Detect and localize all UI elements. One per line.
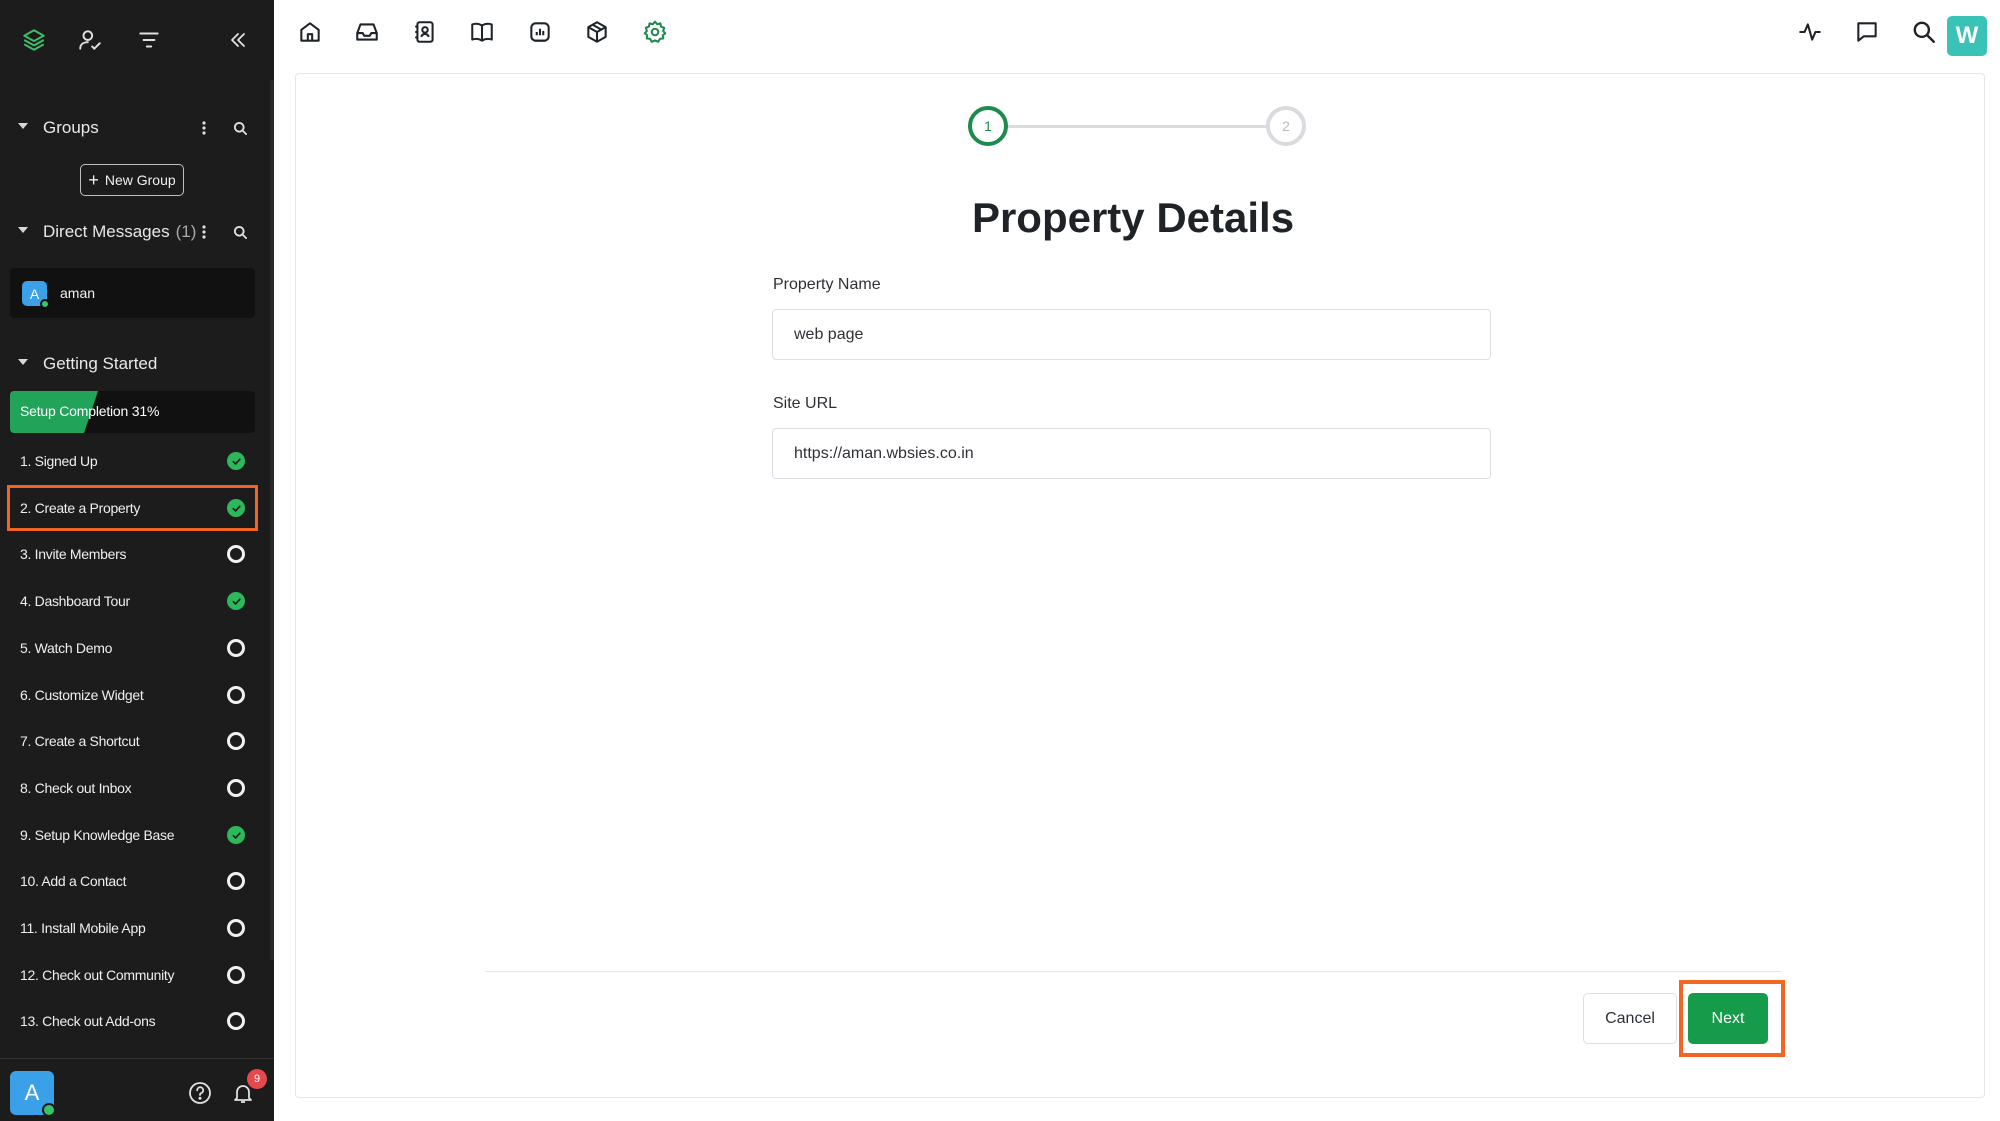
task-item[interactable]: 13. Check out Add-ons bbox=[10, 1001, 255, 1041]
cancel-button[interactable]: Cancel bbox=[1583, 993, 1677, 1044]
task-label: 5. Watch Demo bbox=[20, 640, 113, 656]
empty-circle-icon bbox=[227, 779, 245, 797]
user-check-icon[interactable] bbox=[72, 22, 108, 58]
online-status-indicator bbox=[42, 1103, 56, 1117]
site-url-label: Site URL bbox=[773, 395, 838, 412]
setup-completion-label: Setup Completion 31% bbox=[20, 403, 160, 419]
contacts-icon[interactable] bbox=[410, 17, 440, 47]
avatar: A bbox=[22, 281, 50, 309]
getting-started-section-header[interactable]: Getting Started bbox=[0, 346, 274, 382]
setup-completion-progress: Setup Completion 31% bbox=[10, 391, 255, 433]
empty-circle-icon bbox=[227, 966, 245, 984]
task-item[interactable]: 4. Dashboard Tour bbox=[10, 581, 255, 621]
getting-started-title: Getting Started bbox=[43, 354, 158, 373]
activity-icon[interactable] bbox=[1795, 17, 1825, 47]
site-url-input[interactable]: https://aman.wbsies.co.in bbox=[772, 428, 1491, 479]
check-circle-icon bbox=[227, 826, 245, 844]
groups-search-icon[interactable] bbox=[230, 118, 250, 138]
task-label: 1. Signed Up bbox=[20, 453, 98, 469]
sidebar-toolbar bbox=[0, 22, 274, 58]
plus-icon: + bbox=[88, 170, 99, 190]
knowledge-base-icon[interactable] bbox=[467, 17, 497, 47]
wizard-stepper: 1 2 bbox=[968, 106, 1308, 146]
groups-more-icon[interactable] bbox=[194, 118, 214, 138]
chevron-down-icon bbox=[18, 359, 28, 365]
chat-icon[interactable] bbox=[1852, 17, 1882, 47]
filter-icon[interactable] bbox=[131, 22, 167, 58]
empty-circle-icon bbox=[227, 919, 245, 937]
direct-message-item[interactable]: A aman bbox=[10, 268, 255, 318]
empty-circle-icon bbox=[227, 872, 245, 890]
empty-circle-icon bbox=[227, 545, 245, 563]
task-item[interactable]: 1. Signed Up bbox=[10, 441, 255, 481]
task-label: 2. Create a Property bbox=[20, 500, 141, 516]
check-circle-icon bbox=[227, 452, 245, 470]
inbox-icon[interactable] bbox=[352, 17, 382, 47]
workspace-avatar[interactable]: W bbox=[1947, 16, 1987, 56]
task-label: 4. Dashboard Tour bbox=[20, 593, 130, 609]
task-label: 10. Add a Contact bbox=[20, 873, 127, 889]
task-label: 11. Install Mobile App bbox=[20, 920, 146, 936]
task-item[interactable]: 8. Check out Inbox bbox=[10, 768, 255, 808]
task-item[interactable]: 3. Invite Members bbox=[10, 534, 255, 574]
help-icon[interactable] bbox=[188, 1081, 212, 1105]
task-label: 6. Customize Widget bbox=[20, 687, 144, 703]
footer-divider bbox=[485, 971, 1781, 972]
task-item[interactable]: 2. Create a Property bbox=[7, 485, 258, 531]
task-label: 9. Setup Knowledge Base bbox=[20, 827, 175, 843]
groups-title: Groups bbox=[43, 118, 99, 137]
settings-icon[interactable] bbox=[640, 17, 670, 47]
task-item[interactable]: 10. Add a Contact bbox=[10, 861, 255, 901]
search-icon[interactable] bbox=[1909, 17, 1939, 47]
direct-message-name: aman bbox=[60, 285, 96, 301]
online-status-indicator bbox=[40, 299, 50, 309]
task-item[interactable]: 12. Check out Community bbox=[10, 955, 255, 995]
check-circle-icon bbox=[227, 499, 245, 517]
task-label: 7. Create a Shortcut bbox=[20, 733, 140, 749]
chevron-down-icon bbox=[18, 123, 28, 129]
step-1-indicator: 1 bbox=[968, 106, 1008, 146]
addons-icon[interactable] bbox=[582, 17, 612, 47]
check-circle-icon bbox=[227, 592, 245, 610]
new-group-button[interactable]: + New Group bbox=[80, 164, 184, 196]
task-label: 3. Invite Members bbox=[20, 546, 127, 562]
task-label: 12. Check out Community bbox=[20, 967, 175, 983]
sidebar: Groups + New Group Direct Messages (1) A … bbox=[0, 0, 274, 1121]
stepper-connector bbox=[1008, 125, 1266, 128]
task-label: 8. Check out Inbox bbox=[20, 780, 132, 796]
step-2-indicator: 2 bbox=[1266, 106, 1306, 146]
property-name-input[interactable]: web page bbox=[772, 309, 1491, 360]
task-item[interactable]: 9. Setup Knowledge Base bbox=[10, 815, 255, 855]
task-item[interactable]: 7. Create a Shortcut bbox=[10, 721, 255, 761]
property-name-label: Property Name bbox=[773, 276, 881, 293]
empty-circle-icon bbox=[227, 639, 245, 657]
next-button[interactable]: Next bbox=[1688, 993, 1768, 1044]
task-item[interactable]: 6. Customize Widget bbox=[10, 675, 255, 715]
empty-circle-icon bbox=[227, 1012, 245, 1030]
empty-circle-icon bbox=[227, 732, 245, 750]
home-icon[interactable] bbox=[295, 17, 325, 47]
task-item[interactable]: 11. Install Mobile App bbox=[10, 908, 255, 948]
user-avatar[interactable]: A bbox=[10, 1071, 56, 1117]
notification-count-badge: 9 bbox=[247, 1069, 267, 1089]
new-group-label: New Group bbox=[104, 172, 176, 188]
sidebar-footer: A 9 bbox=[0, 1058, 274, 1121]
task-item[interactable]: 5. Watch Demo bbox=[10, 628, 255, 668]
top-navigation-bar: W bbox=[274, 0, 2000, 70]
task-label: 13. Check out Add-ons bbox=[20, 1013, 156, 1029]
empty-circle-icon bbox=[227, 686, 245, 704]
page-title: Property Details bbox=[971, 194, 1295, 241]
groups-section-header[interactable]: Groups bbox=[0, 110, 274, 146]
reports-icon[interactable] bbox=[525, 17, 555, 47]
collapse-sidebar-icon[interactable] bbox=[220, 22, 256, 58]
app-logo-icon[interactable] bbox=[16, 22, 52, 58]
